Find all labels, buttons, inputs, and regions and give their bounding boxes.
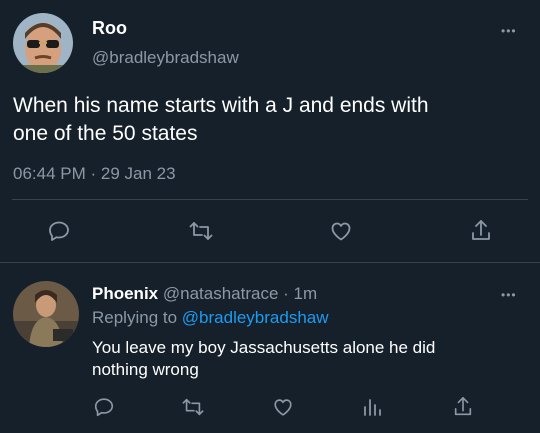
replying-to: Replying to @bradleybradshaw: [92, 308, 329, 328]
reply-separator: ·: [283, 284, 289, 303]
more-options-button[interactable]: •••: [501, 25, 517, 37]
retweet-icon[interactable]: [188, 219, 214, 243]
share-icon[interactable]: [469, 218, 493, 244]
reply-author-name[interactable]: Phoenix: [92, 284, 158, 303]
divider: [12, 199, 528, 200]
tweet-timestamp[interactable]: 06:44 PM · 29 Jan 23: [13, 164, 176, 184]
heart-icon[interactable]: [329, 219, 353, 243]
timestamp-separator: ·: [90, 164, 97, 183]
tweet-date: 29 Jan 23: [100, 164, 176, 183]
author-name[interactable]: Roo: [92, 18, 127, 39]
heart-icon[interactable]: [272, 396, 294, 418]
reply-text: You leave my boy Jassachusetts alone he …: [92, 337, 522, 381]
author-handle[interactable]: @bradleybradshaw: [92, 48, 239, 68]
reply-text-line: nothing wrong: [92, 360, 199, 379]
more-options-button[interactable]: •••: [501, 289, 517, 301]
reply-header: Phoenix @natashatrace · 1m: [92, 284, 317, 304]
tweet-text: When his name starts with a J and ends w…: [13, 92, 528, 148]
reply-icon[interactable]: [47, 219, 71, 243]
analytics-icon[interactable]: [362, 397, 382, 417]
reply-icon[interactable]: [93, 396, 115, 418]
avatar-roo[interactable]: [13, 13, 73, 73]
tweet-text-line: When his name starts with a J and ends w…: [13, 94, 429, 117]
avatar-phoenix[interactable]: [13, 281, 79, 347]
reply-author-handle[interactable]: @natashatrace: [163, 284, 279, 303]
retweet-icon[interactable]: [181, 396, 205, 418]
divider: [0, 262, 540, 263]
replying-to-label: Replying to: [92, 308, 178, 327]
share-icon[interactable]: [452, 395, 474, 419]
tweet-text-line: one of the 50 states: [13, 122, 198, 145]
replying-to-link[interactable]: @bradleybradshaw: [182, 308, 329, 327]
tweet-time: 06:44 PM: [13, 164, 86, 183]
reply-time[interactable]: 1m: [294, 284, 318, 303]
reply-text-line: You leave my boy Jassachusetts alone he …: [92, 338, 436, 357]
